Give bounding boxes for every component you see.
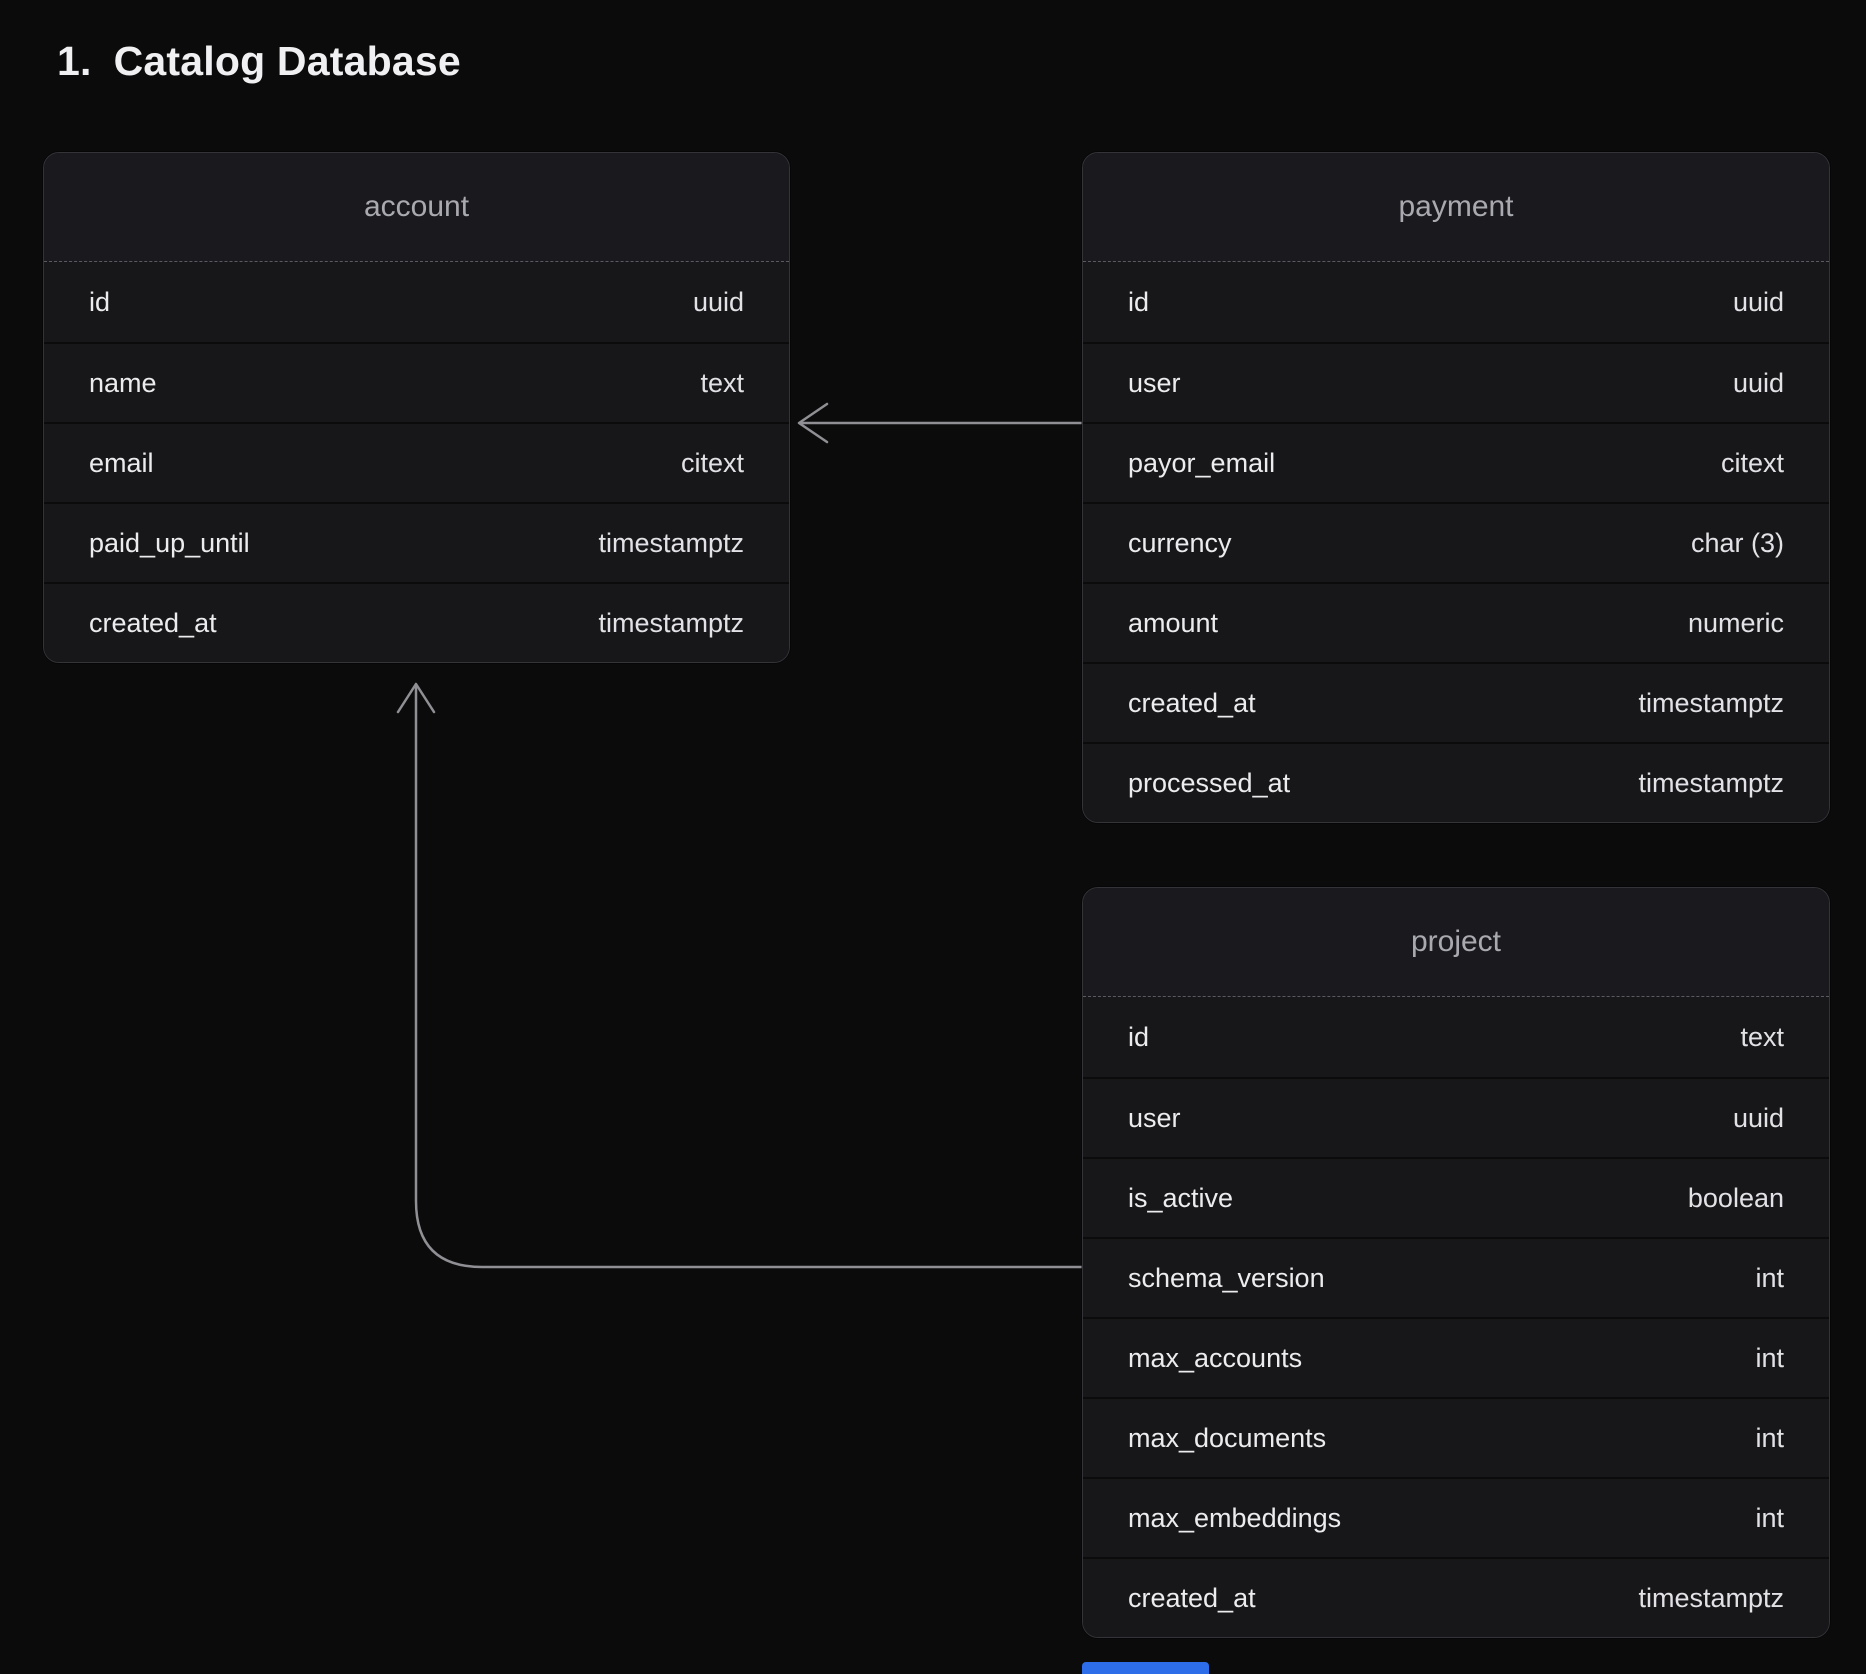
page-title-text: Catalog Database bbox=[114, 38, 461, 85]
page-title-number: 1. bbox=[57, 38, 92, 85]
table-field-row[interactable]: max_embeddings int bbox=[1083, 1477, 1829, 1557]
table-payment-title: payment bbox=[1083, 153, 1829, 262]
field-name: id bbox=[1128, 287, 1149, 318]
field-type: int bbox=[1755, 1423, 1784, 1454]
field-name: payor_email bbox=[1128, 448, 1275, 479]
field-name: is_active bbox=[1128, 1183, 1233, 1214]
table-payment[interactable]: payment id uuid user uuid payor_email ci… bbox=[1082, 152, 1830, 823]
field-type: timestamptz bbox=[1638, 1583, 1784, 1614]
table-field-row[interactable]: max_accounts int bbox=[1083, 1317, 1829, 1397]
field-name: schema_version bbox=[1128, 1263, 1325, 1294]
field-type: citext bbox=[1721, 448, 1784, 479]
table-account-rows: id uuid name text email citext paid_up_u… bbox=[44, 262, 789, 662]
field-name: user bbox=[1128, 368, 1181, 399]
table-field-row[interactable]: id text bbox=[1083, 997, 1829, 1077]
table-field-row[interactable]: user uuid bbox=[1083, 342, 1829, 422]
field-name: created_at bbox=[89, 608, 217, 639]
field-type: uuid bbox=[693, 287, 744, 318]
table-field-row[interactable]: amount numeric bbox=[1083, 582, 1829, 662]
field-type: uuid bbox=[1733, 287, 1784, 318]
field-type: citext bbox=[681, 448, 744, 479]
table-field-row[interactable]: is_active boolean bbox=[1083, 1157, 1829, 1237]
field-name: email bbox=[89, 448, 154, 479]
table-payment-rows: id uuid user uuid payor_email citext cur… bbox=[1083, 262, 1829, 822]
field-name: id bbox=[1128, 1022, 1149, 1053]
field-type: uuid bbox=[1733, 1103, 1784, 1134]
table-field-row[interactable]: paid_up_until timestamptz bbox=[44, 502, 789, 582]
field-type: numeric bbox=[1688, 608, 1784, 639]
field-name: max_documents bbox=[1128, 1423, 1326, 1454]
diagram-canvas: 1. Catalog Database account id uuid name… bbox=[0, 0, 1866, 1674]
field-type: int bbox=[1755, 1343, 1784, 1374]
field-name: name bbox=[89, 368, 157, 399]
field-name: user bbox=[1128, 1103, 1181, 1134]
field-name: id bbox=[89, 287, 110, 318]
page-title: 1. Catalog Database bbox=[57, 38, 461, 85]
table-field-row[interactable]: currency char (3) bbox=[1083, 502, 1829, 582]
field-type: timestamptz bbox=[598, 608, 744, 639]
field-name: amount bbox=[1128, 608, 1218, 639]
field-name: created_at bbox=[1128, 1583, 1256, 1614]
table-field-row[interactable]: id uuid bbox=[1083, 262, 1829, 342]
table-field-row[interactable]: id uuid bbox=[44, 262, 789, 342]
field-type: int bbox=[1755, 1503, 1784, 1534]
table-field-row[interactable]: email citext bbox=[44, 422, 789, 502]
field-name: max_accounts bbox=[1128, 1343, 1302, 1374]
table-field-row[interactable]: processed_at timestamptz bbox=[1083, 742, 1829, 822]
field-type: text bbox=[1740, 1022, 1784, 1053]
field-type: timestamptz bbox=[1638, 688, 1784, 719]
field-name: created_at bbox=[1128, 688, 1256, 719]
bottom-cutoff-blue-bar bbox=[1082, 1662, 1209, 1674]
field-type: text bbox=[700, 368, 744, 399]
field-name: max_embeddings bbox=[1128, 1503, 1341, 1534]
field-name: processed_at bbox=[1128, 768, 1290, 799]
connector-project-to-account bbox=[398, 684, 1082, 1267]
table-field-row[interactable]: max_documents int bbox=[1083, 1397, 1829, 1477]
field-type: int bbox=[1755, 1263, 1784, 1294]
table-project[interactable]: project id text user uuid is_active bool… bbox=[1082, 887, 1830, 1638]
table-field-row[interactable]: user uuid bbox=[1083, 1077, 1829, 1157]
table-field-row[interactable]: created_at timestamptz bbox=[1083, 662, 1829, 742]
table-field-row[interactable]: schema_version int bbox=[1083, 1237, 1829, 1317]
table-project-title: project bbox=[1083, 888, 1829, 997]
field-name: currency bbox=[1128, 528, 1232, 559]
table-project-rows: id text user uuid is_active boolean sche… bbox=[1083, 997, 1829, 1637]
field-name: paid_up_until bbox=[89, 528, 250, 559]
table-field-row[interactable]: payor_email citext bbox=[1083, 422, 1829, 502]
table-field-row[interactable]: created_at timestamptz bbox=[1083, 1557, 1829, 1637]
field-type: boolean bbox=[1688, 1183, 1784, 1214]
table-account[interactable]: account id uuid name text email citext p… bbox=[43, 152, 790, 663]
table-account-title: account bbox=[44, 153, 789, 262]
connector-payment-to-account bbox=[799, 404, 1082, 442]
field-type: char (3) bbox=[1691, 528, 1784, 559]
table-field-row[interactable]: created_at timestamptz bbox=[44, 582, 789, 662]
field-type: timestamptz bbox=[1638, 768, 1784, 799]
field-type: uuid bbox=[1733, 368, 1784, 399]
table-field-row[interactable]: name text bbox=[44, 342, 789, 422]
field-type: timestamptz bbox=[598, 528, 744, 559]
